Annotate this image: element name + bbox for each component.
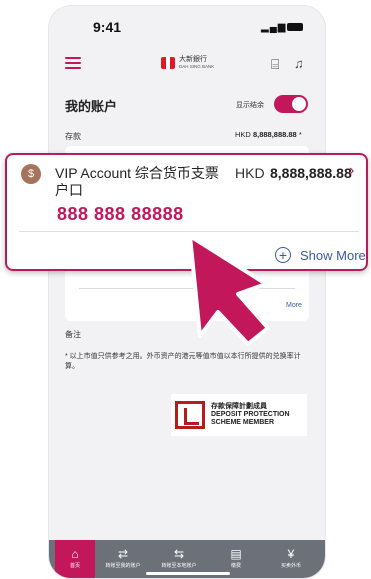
tab-transfer-own[interactable]: ⇄ 转账至我的账户	[97, 540, 149, 578]
transfer-local-icon: ⇆	[173, 547, 185, 561]
status-time: 9:41	[93, 19, 122, 35]
bank-logo: 大新銀行 DAH SING BANK	[161, 55, 231, 71]
gift-icon[interactable]: ⌸	[271, 56, 279, 73]
chevron-right-icon[interactable]: ›	[349, 162, 354, 180]
dps-en-1: DEPOSIT PROTECTION	[211, 411, 290, 418]
home-indicator	[146, 572, 230, 575]
deposit-protection-badge: 存款保障計劃成員 DEPOSIT PROTECTION SCHEME MEMBE…	[171, 394, 307, 436]
dps-logo-icon	[175, 401, 205, 429]
show-balance-label: 显示结余	[236, 102, 264, 109]
show-more-link[interactable]: Show More	[300, 248, 366, 263]
transfer-own-icon: ⇄	[117, 547, 129, 561]
deposit-amount: 8,888,888.88	[252, 130, 297, 139]
deposit-currency: HKD	[235, 130, 251, 139]
logo-name-en: DAH SING BANK	[179, 64, 215, 69]
tab-label: 缴费	[230, 563, 241, 569]
remarks-title: 备注	[65, 330, 81, 339]
deposit-total: HKD 8,888,888.88 *	[235, 130, 302, 139]
account-currency: HKD	[235, 165, 265, 181]
pointer-arrow-icon	[188, 234, 270, 346]
deposit-mark: *	[298, 130, 302, 139]
tab-label: 首页	[69, 563, 80, 569]
top-nav: 大新銀行 DAH SING BANK ⌸ ♫	[49, 46, 325, 82]
battery-icon	[287, 23, 303, 31]
arrow-shape	[188, 234, 270, 346]
logo-mark-icon	[161, 57, 175, 69]
account-number: 888 888 88888	[57, 204, 184, 224]
fx-icon: ¥	[287, 547, 295, 561]
tab-label: 转账至本地账户	[161, 563, 197, 569]
bill-icon: ▤	[230, 547, 242, 561]
tab-label: 转账至我的账户	[105, 563, 141, 569]
home-icon: ⌂	[71, 547, 79, 561]
card-more-link[interactable]: More	[286, 302, 302, 309]
dollar-account-icon: $	[21, 164, 41, 184]
account-balance: 8,888,888.88	[270, 165, 352, 181]
hamburger-menu-icon[interactable]	[65, 57, 81, 69]
account-name: VIP Account 综合货币支票户口	[55, 165, 219, 198]
status-bar: 9:41 ▂▄▆ ◠	[49, 6, 325, 46]
remarks-text: * 以上市值只供参考之用。外币资产的港元等值市值以本行所提供的兑换率计算。	[65, 353, 301, 370]
dps-en-2: SCHEME MEMBER	[211, 419, 275, 426]
my-accounts-title: 我的账户	[65, 99, 118, 114]
bell-icon[interactable]: ♫	[294, 56, 304, 71]
tab-home[interactable]: ⌂ 首页	[55, 540, 95, 578]
deposit-label: 存款	[65, 132, 81, 141]
tab-label: 买卖外币	[280, 563, 301, 569]
dps-cn: 存款保障計劃成員	[211, 403, 267, 410]
show-balance-toggle[interactable]	[274, 95, 308, 113]
tab-fx[interactable]: ¥ 买卖外币	[271, 540, 311, 578]
logo-name-cn: 大新銀行	[179, 56, 207, 63]
